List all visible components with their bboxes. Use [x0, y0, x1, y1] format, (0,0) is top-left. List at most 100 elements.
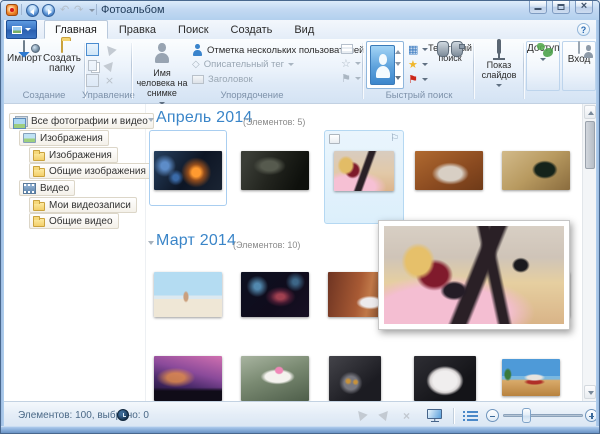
select-all-icon[interactable]: [86, 43, 99, 56]
rotate-left-icon[interactable]: [354, 408, 367, 421]
sidebar-item-my-videos[interactable]: Мои видеозаписи: [29, 197, 137, 213]
tab-find[interactable]: Поиск: [167, 20, 219, 39]
zoom-slider-track[interactable]: [503, 414, 583, 417]
projector-screen-icon: [497, 39, 501, 54]
filter-grid-button[interactable]: ▦: [408, 44, 428, 55]
section-header-april[interactable]: Апрель 2014: [156, 109, 253, 127]
flag-button[interactable]: ⚑: [341, 73, 361, 84]
folder-icon: [33, 152, 45, 161]
rotate-left-icon[interactable]: [103, 43, 116, 56]
file-menu-button[interactable]: [6, 20, 37, 39]
group-label-create: Создание: [6, 90, 82, 101]
sidebar-item-public-pictures[interactable]: Общие изображения: [29, 163, 152, 179]
photo-thumbnail-gray-cat[interactable]: [329, 356, 381, 401]
tab-create[interactable]: Создать: [220, 20, 284, 39]
sidebar-item-pictures-folder[interactable]: Изображения: [29, 147, 118, 163]
forward-button[interactable]: [42, 4, 55, 17]
photo-thumbnail-old-tv[interactable]: [502, 151, 570, 190]
scrollbar-thumb[interactable]: [585, 121, 595, 169]
sidebar-item-public-videos[interactable]: Общие видео: [29, 213, 119, 229]
collapse-chevron-icon[interactable]: [148, 118, 154, 122]
delete-icon[interactable]: ×: [403, 410, 410, 422]
sidebar-item-label: Изображения: [40, 133, 103, 144]
photo-checkbox[interactable]: [329, 134, 340, 144]
slideshow-button[interactable]: Показ слайдов: [476, 41, 522, 89]
vertical-scrollbar[interactable]: [582, 104, 596, 401]
maximize-button[interactable]: [552, 1, 570, 14]
zoom-slider-thumb[interactable]: [522, 408, 531, 423]
photo-thumbnail-galaxy[interactable]: [241, 272, 309, 317]
qat-customize-chevron-icon[interactable]: [89, 9, 95, 12]
import-button[interactable]: Импорт: [7, 41, 41, 89]
redo-icon[interactable]: ↷: [74, 3, 83, 16]
minimize-button[interactable]: [529, 1, 547, 14]
app-icon[interactable]: [6, 4, 18, 16]
folder-icon: [61, 40, 63, 53]
collapse-chevron-icon[interactable]: [148, 241, 154, 245]
qat-separator2: [96, 4, 97, 15]
person-name-button[interactable]: Имя человека на снимке: [134, 41, 190, 89]
photo-thumbnail-woman-pink-bed[interactable]: [334, 151, 394, 191]
copy-icon[interactable]: [86, 59, 99, 72]
photo-thumbnail-sunset-palms[interactable]: [154, 356, 222, 401]
flag-icon: ⚑: [341, 73, 351, 84]
gallery-more-icon[interactable]: [395, 76, 401, 80]
signin-button[interactable]: Вход: [562, 41, 596, 91]
navigation-pane: Все фотографии и видео Изображения Изобр…: [4, 104, 146, 401]
close-button[interactable]: ×: [575, 1, 593, 14]
photo-thumbnail-beach-woman[interactable]: [154, 272, 222, 317]
slideshow-icon[interactable]: [427, 409, 442, 419]
zoom-out-button[interactable]: [486, 409, 499, 422]
rotate-right-icon[interactable]: [378, 408, 391, 421]
photo-thumbnail-dark-scene[interactable]: [241, 151, 309, 190]
undo-icon[interactable]: ↶: [60, 3, 69, 16]
folder-icon: [33, 218, 45, 227]
help-icon[interactable]: ?: [577, 23, 590, 36]
rotate-right-icon[interactable]: [103, 59, 116, 72]
photo-thumbnail-tiger[interactable]: [415, 151, 483, 190]
sidebar-item-all-media[interactable]: Все фотографии и видео: [9, 113, 154, 129]
photo-thumbnail-boat-beach[interactable]: [502, 359, 560, 396]
geotag-button[interactable]: [341, 44, 353, 54]
scroll-down-button[interactable]: [584, 385, 596, 399]
sidebar-item-videos-library[interactable]: Видео: [19, 180, 75, 196]
tag-people-button[interactable]: Отметка нескольких пользователей: [192, 44, 364, 56]
videos-library-icon: [23, 183, 36, 194]
filter-flag-button[interactable]: ⚑: [408, 74, 428, 85]
flag-outline-icon[interactable]: ⚐: [390, 134, 399, 144]
photo-thumbnail-white-cat[interactable]: [414, 356, 476, 401]
sidebar-item-pictures-library[interactable]: Изображения: [19, 130, 109, 146]
caption-icon: [192, 75, 204, 84]
item-count-status: Элементов: 100, выбрано: 0: [18, 410, 149, 421]
people-search-gallery-button[interactable]: [366, 41, 404, 89]
file-menu-picture-icon: [12, 26, 22, 34]
share-button[interactable]: Доступ: [526, 41, 560, 91]
photo-gallery-window: ↶ ↷ Фотоальбом × Главная Правка Поиск Со…: [0, 0, 600, 434]
section-count-march: (Элементов: 10): [233, 240, 300, 250]
folder-icon: [33, 202, 45, 211]
group-label-quick-search: Быстрый поиск: [366, 90, 472, 101]
tag-icon: ◇: [192, 60, 200, 70]
tab-edit[interactable]: Правка: [108, 20, 167, 39]
details-view-icon[interactable]: [467, 411, 478, 413]
descriptive-tag-button[interactable]: ◇ Описательный тег: [192, 59, 294, 70]
new-folder-button[interactable]: Создать папку: [42, 41, 82, 89]
text-search-button[interactable]: Текстовый поиск: [428, 41, 472, 89]
paste-icon[interactable]: [86, 74, 99, 87]
photo-thumbnail-night-city[interactable]: [154, 151, 222, 190]
delete-icon[interactable]: ×: [103, 74, 116, 87]
section-header-march[interactable]: Март 2014: [156, 232, 236, 250]
gallery-up-icon[interactable]: [395, 50, 401, 54]
tab-view[interactable]: Вид: [283, 20, 325, 39]
photo-thumbnail-book-gem[interactable]: [241, 356, 309, 401]
caption-button[interactable]: Заголовок: [192, 74, 253, 85]
rate-button[interactable]: ☆: [341, 58, 361, 69]
person-icon: [153, 43, 171, 63]
camera-import-icon: [23, 40, 25, 53]
back-button[interactable]: [26, 4, 39, 17]
filter-star-button[interactable]: ★: [408, 59, 428, 70]
tab-home[interactable]: Главная: [44, 20, 108, 39]
status-bar: Элементов: 100, выбрано: 0 ×: [4, 401, 596, 428]
scroll-up-button[interactable]: [584, 105, 596, 119]
gallery-down-icon[interactable]: [395, 62, 401, 66]
